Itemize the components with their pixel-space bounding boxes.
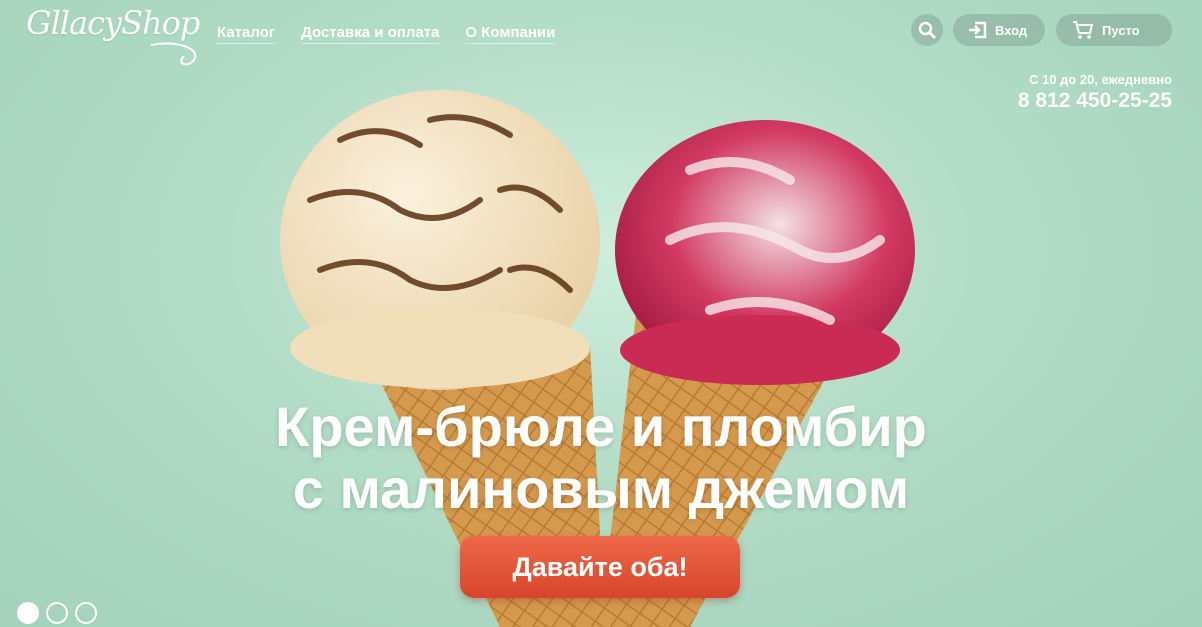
search-icon bbox=[918, 21, 936, 39]
search-button[interactable] bbox=[911, 14, 943, 46]
slider-dot-1[interactable] bbox=[17, 602, 39, 624]
logo-swash-icon bbox=[150, 42, 197, 66]
hero-headline-line1: Крем-брюле и пломбир bbox=[275, 395, 927, 458]
login-icon bbox=[969, 21, 987, 39]
cta-button[interactable]: Давайте оба! bbox=[460, 536, 740, 598]
slider-dot-2[interactable] bbox=[46, 602, 68, 624]
cart-icon bbox=[1073, 21, 1094, 39]
login-label: Вход bbox=[995, 22, 1028, 38]
working-hours: С 10 до 20, ежедневно bbox=[1028, 72, 1172, 87]
phone-number[interactable]: 8 812 450-25-25 bbox=[1018, 89, 1172, 113]
login-button[interactable]: Вход bbox=[953, 14, 1045, 46]
hero-headline: Крем-брюле и пломбир с малиновым джемом bbox=[0, 396, 1202, 520]
site-logo[interactable]: GllacyShop bbox=[26, 4, 200, 66]
logo-text: GllacyShop bbox=[26, 4, 200, 42]
nav-item-catalog[interactable]: Каталог bbox=[217, 24, 276, 44]
contacts: С 10 до 20, ежедневно 8 812 450-25-25 bbox=[1018, 72, 1172, 113]
nav-item-about[interactable]: О Компании bbox=[465, 24, 556, 44]
slider-dots bbox=[17, 602, 97, 624]
main-nav: Каталог Доставка и оплата О Компании bbox=[217, 24, 556, 44]
cart-label: Пусто bbox=[1102, 22, 1140, 38]
hero-headline-line2: с малиновым джемом bbox=[292, 457, 910, 520]
slider-dot-3[interactable] bbox=[75, 602, 97, 624]
nav-item-delivery[interactable]: Доставка и оплата bbox=[301, 24, 440, 44]
cart-button[interactable]: Пусто bbox=[1056, 14, 1172, 46]
